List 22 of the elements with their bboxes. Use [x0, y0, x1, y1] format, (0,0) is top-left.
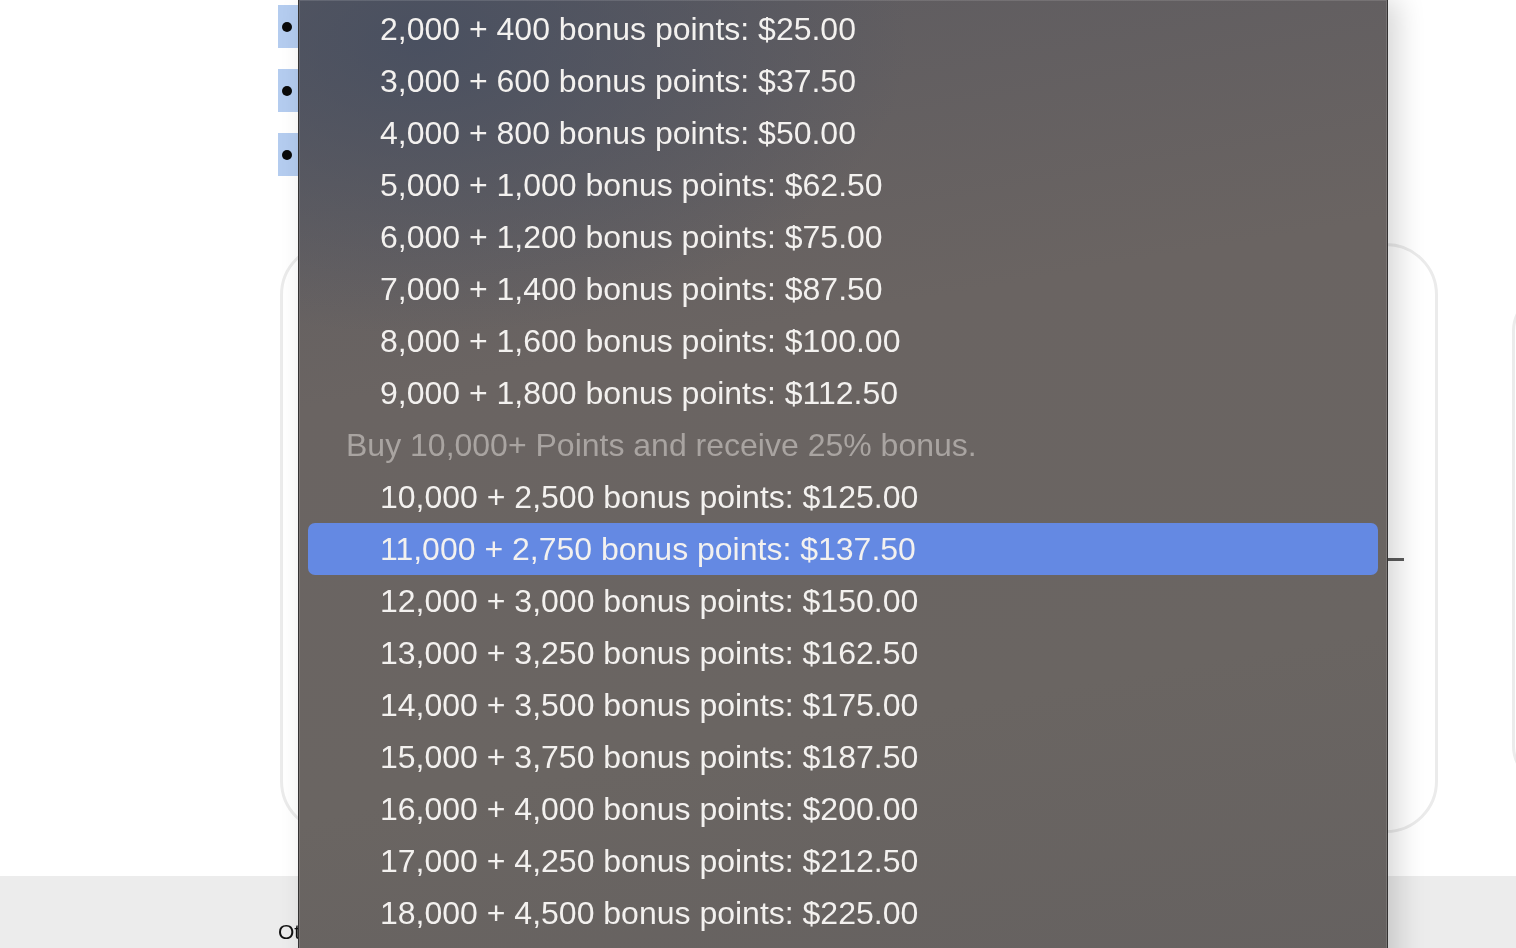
- menu-item[interactable]: 6,000 + 1,200 bonus points: $75.00: [308, 211, 1378, 263]
- menu-item[interactable]: 7,000 + 1,400 bonus points: $87.50: [308, 263, 1378, 315]
- footer-text: Ot: [278, 920, 301, 944]
- menu-item[interactable]: 4,000 + 800 bonus points: $50.00: [308, 107, 1378, 159]
- menu-item[interactable]: 15,000 + 3,750 bonus points: $187.50: [308, 731, 1378, 783]
- menu-item[interactable]: 3,000 + 600 bonus points: $37.50: [308, 55, 1378, 107]
- menu-item[interactable]: 8,000 + 1,600 bonus points: $100.00: [308, 315, 1378, 367]
- menu-item[interactable]: 2,000 + 400 bonus points: $25.00: [308, 3, 1378, 55]
- menu-item[interactable]: 11,000 + 2,750 bonus points: $137.50: [308, 523, 1378, 575]
- menu-item[interactable]: 12,000 + 3,000 bonus points: $150.00: [308, 575, 1378, 627]
- bullet-icon: [282, 85, 292, 96]
- menu-item[interactable]: 14,000 + 3,500 bonus points: $175.00: [308, 679, 1378, 731]
- bullet-icon: [282, 21, 292, 32]
- menu-item[interactable]: 18,000 + 4,500 bonus points: $225.00: [308, 887, 1378, 939]
- menu-item[interactable]: 13,000 + 3,250 bonus points: $162.50: [308, 627, 1378, 679]
- menu-item[interactable]: 16,000 + 4,000 bonus points: $200.00: [308, 783, 1378, 835]
- menu-item[interactable]: 10,000 + 2,500 bonus points: $125.00: [308, 471, 1378, 523]
- menu-section-header: Buy 10,000+ Points and receive 25% bonus.: [345, 425, 978, 465]
- bullet-icon: [282, 149, 292, 160]
- menu-item[interactable]: 9,000 + 1,800 bonus points: $112.50: [308, 367, 1378, 419]
- menu-item[interactable]: 17,000 + 4,250 bonus points: $212.50: [308, 835, 1378, 887]
- menu-item[interactable]: 5,000 + 1,000 bonus points: $62.50: [308, 159, 1378, 211]
